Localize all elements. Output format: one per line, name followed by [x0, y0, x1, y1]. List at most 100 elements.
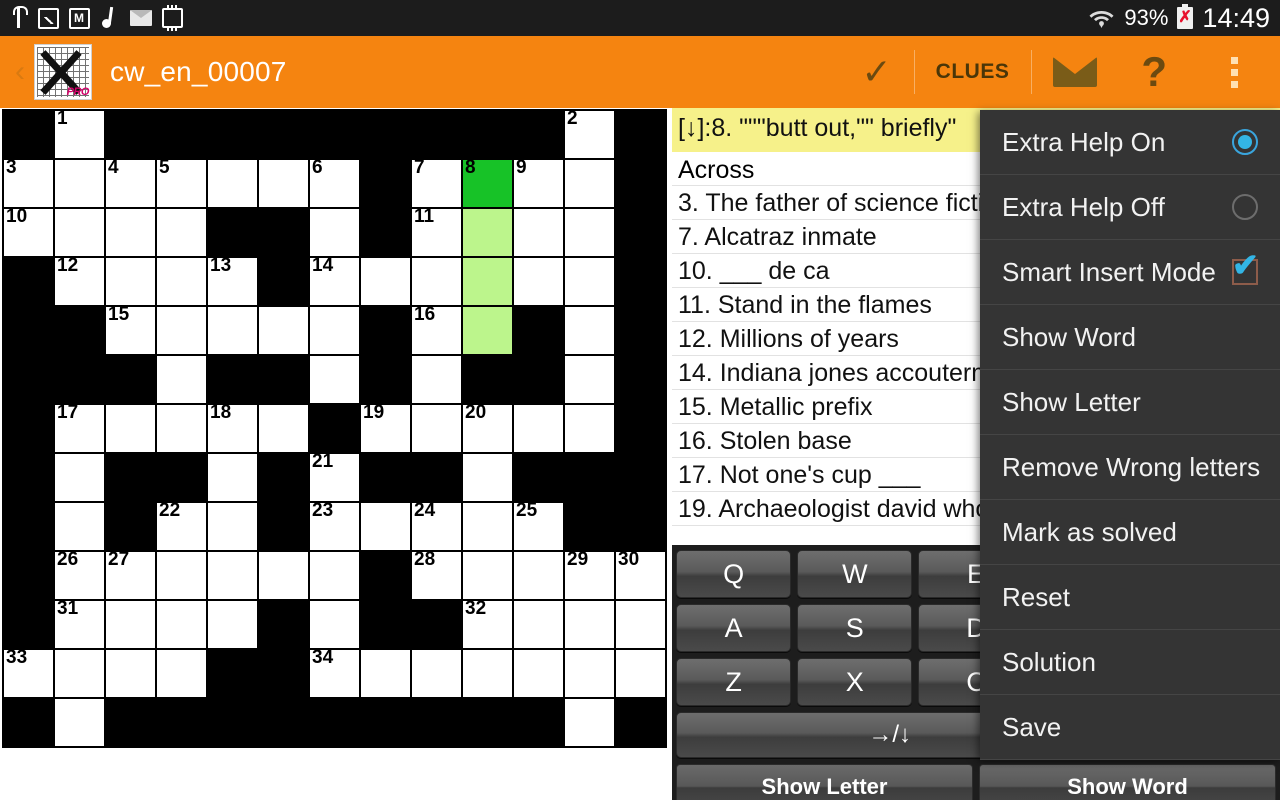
- grid-cell[interactable]: [155, 599, 208, 650]
- grid-cell[interactable]: 26: [53, 550, 106, 601]
- grid-cell[interactable]: 15: [104, 305, 157, 356]
- checkbox-checked-icon[interactable]: [1232, 249, 1259, 285]
- grid-cell[interactable]: [53, 207, 106, 258]
- menu-item-extra-help-off[interactable]: Extra Help Off: [980, 175, 1280, 240]
- grid-cell[interactable]: 19: [359, 403, 412, 454]
- grid-cell[interactable]: [53, 697, 106, 748]
- menu-item-smart-insert-mode[interactable]: Smart Insert Mode: [980, 240, 1280, 305]
- grid-cell[interactable]: [206, 158, 259, 209]
- mail-button[interactable]: [1031, 36, 1119, 108]
- grid-cell[interactable]: 25: [512, 501, 565, 552]
- grid-cell[interactable]: [563, 158, 616, 209]
- grid-cell[interactable]: [614, 648, 667, 699]
- grid-cell[interactable]: [461, 501, 514, 552]
- grid-cell[interactable]: 8: [461, 158, 514, 209]
- grid-cell[interactable]: [155, 256, 208, 307]
- grid-cell[interactable]: 20: [461, 403, 514, 454]
- grid-cell[interactable]: [461, 305, 514, 356]
- key-x[interactable]: X: [797, 658, 913, 706]
- menu-item-remove-wrong-letters[interactable]: Remove Wrong letters: [980, 435, 1280, 500]
- grid-cell[interactable]: 24: [410, 501, 463, 552]
- grid-cell[interactable]: 9: [512, 158, 565, 209]
- grid-cell[interactable]: [308, 599, 361, 650]
- grid-cell[interactable]: [563, 403, 616, 454]
- overflow-dropdown-menu[interactable]: Extra Help On Extra Help Off Smart Insert …: [980, 110, 1280, 760]
- grid-cell[interactable]: [206, 305, 259, 356]
- grid-cell[interactable]: [104, 207, 157, 258]
- grid-cell[interactable]: [155, 305, 208, 356]
- menu-item-show-letter[interactable]: Show Letter: [980, 370, 1280, 435]
- grid-cell[interactable]: 12: [53, 256, 106, 307]
- grid-cell[interactable]: 11: [410, 207, 463, 258]
- grid-cell[interactable]: [53, 158, 106, 209]
- grid-cell[interactable]: [410, 403, 463, 454]
- keyboard-action-row[interactable]: Show Letter Show Word: [676, 764, 1276, 800]
- grid-cell[interactable]: 2: [563, 109, 616, 160]
- grid-cell[interactable]: [257, 158, 310, 209]
- grid-cell[interactable]: 14: [308, 256, 361, 307]
- grid-cell[interactable]: 17: [53, 403, 106, 454]
- grid-cell[interactable]: [206, 599, 259, 650]
- grid-cell[interactable]: [563, 648, 616, 699]
- grid-cell[interactable]: [461, 550, 514, 601]
- grid-cell[interactable]: [563, 305, 616, 356]
- grid-cell[interactable]: [563, 207, 616, 258]
- grid-cell[interactable]: [512, 550, 565, 601]
- grid-cell[interactable]: 1: [53, 109, 106, 160]
- grid-cell[interactable]: 30: [614, 550, 667, 601]
- grid-cell[interactable]: [155, 354, 208, 405]
- grid-cell[interactable]: [461, 452, 514, 503]
- radio-selected-icon[interactable]: [1232, 129, 1258, 155]
- grid-cell[interactable]: [359, 256, 412, 307]
- menu-item-extra-help-on[interactable]: Extra Help On: [980, 110, 1280, 175]
- grid-cell[interactable]: [410, 648, 463, 699]
- grid-cell[interactable]: 18: [206, 403, 259, 454]
- grid-cell[interactable]: [104, 403, 157, 454]
- grid-cell[interactable]: [257, 403, 310, 454]
- menu-item-save[interactable]: Save: [980, 695, 1280, 760]
- grid-cell[interactable]: [563, 354, 616, 405]
- grid-cell[interactable]: [155, 550, 208, 601]
- grid-cell[interactable]: 16: [410, 305, 463, 356]
- grid-cell[interactable]: [359, 501, 412, 552]
- key-z[interactable]: Z: [676, 658, 792, 706]
- grid-cell[interactable]: 21: [308, 452, 361, 503]
- key-s[interactable]: S: [797, 604, 913, 652]
- grid-cell[interactable]: [410, 354, 463, 405]
- grid-cell[interactable]: [512, 599, 565, 650]
- back-button[interactable]: ‹: [0, 57, 34, 87]
- grid-cell[interactable]: [206, 550, 259, 601]
- grid-cell[interactable]: 3: [2, 158, 55, 209]
- key-q[interactable]: Q: [676, 550, 792, 598]
- grid-cell[interactable]: [155, 648, 208, 699]
- grid-cell[interactable]: [308, 550, 361, 601]
- grid-cell[interactable]: [104, 256, 157, 307]
- menu-item-solution[interactable]: Solution: [980, 630, 1280, 695]
- key-a[interactable]: A: [676, 604, 792, 652]
- overflow-menu-button[interactable]: [1189, 36, 1280, 108]
- show-word-button[interactable]: Show Word: [979, 764, 1276, 800]
- radio-unselected-icon[interactable]: [1232, 194, 1258, 220]
- grid-cell[interactable]: [308, 305, 361, 356]
- grid-cell[interactable]: [104, 599, 157, 650]
- grid-cell[interactable]: [614, 599, 667, 650]
- grid-cell[interactable]: 6: [308, 158, 361, 209]
- grid-cell[interactable]: [563, 697, 616, 748]
- grid-cell[interactable]: [53, 501, 106, 552]
- grid-cell[interactable]: 34: [308, 648, 361, 699]
- grid-cell[interactable]: 27: [104, 550, 157, 601]
- grid-cell[interactable]: 29: [563, 550, 616, 601]
- grid-cell[interactable]: [104, 648, 157, 699]
- grid-cell[interactable]: [512, 256, 565, 307]
- grid-cell[interactable]: [512, 403, 565, 454]
- grid-cell[interactable]: [461, 648, 514, 699]
- grid-cell[interactable]: [257, 550, 310, 601]
- grid-cell[interactable]: [461, 207, 514, 258]
- grid-cell[interactable]: 7: [410, 158, 463, 209]
- check-button[interactable]: ✓: [839, 36, 913, 108]
- grid-cell[interactable]: 28: [410, 550, 463, 601]
- grid-cell[interactable]: 33: [2, 648, 55, 699]
- grid-cell[interactable]: [155, 207, 208, 258]
- help-button[interactable]: ?: [1119, 36, 1189, 108]
- crossword-grid[interactable]: 1 2 3 4 5 6 7 8 9 10 11 12 13 14 15 16 17 18 19 20 21 22 23 24 2…: [2, 109, 667, 748]
